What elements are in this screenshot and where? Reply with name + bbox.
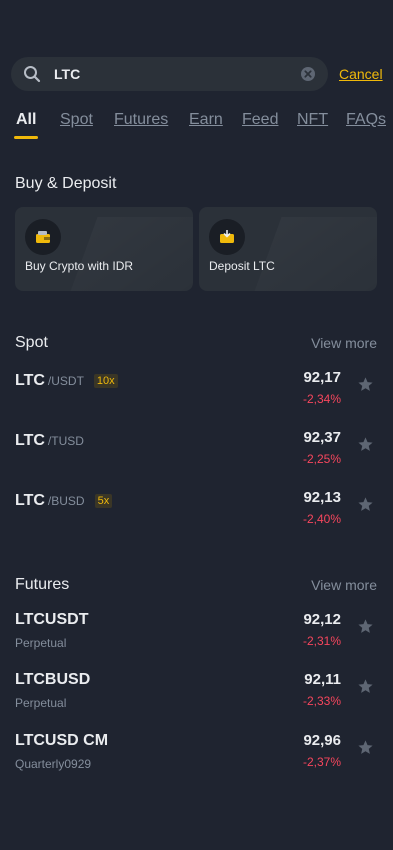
change-percent: -2,37% (302, 755, 341, 769)
price: 92,17 (303, 369, 341, 386)
pair-label: LTC/TUSD (15, 432, 84, 449)
category-tabs: All Spot Futures Earn Feed NFT FAQs (0, 111, 393, 141)
symbol-label: LTCBUSD (15, 671, 91, 688)
futures-row-ltcbusd[interactable]: LTCBUSD Perpetual 92,11 -2,33% (0, 666, 393, 718)
futures-row-ltcusd-cm[interactable]: LTCUSD CM Quarterly0929 92,96 -2,37% (0, 727, 393, 779)
price: 92,12 (303, 611, 341, 628)
contract-type: Perpetual (15, 636, 67, 650)
tab-feed[interactable]: Feed (242, 111, 278, 129)
contract-type: Quarterly0929 (15, 757, 92, 771)
futures-title: Futures (15, 576, 70, 593)
leverage-badge: 5x (94, 494, 113, 508)
star-icon[interactable] (357, 618, 374, 635)
symbol-label: LTCUSD CM (15, 732, 109, 749)
spot-row-ltc-tusd[interactable]: LTC/TUSD 92,37 -2,25% (0, 424, 393, 476)
tab-futures[interactable]: Futures (114, 111, 168, 129)
leverage-badge: 10x (93, 374, 118, 388)
price: 92,96 (303, 732, 341, 749)
spot-row-ltc-busd[interactable]: LTC/BUSD 5x 92,13 -2,40% (0, 484, 393, 536)
change-percent: -2,31% (302, 634, 341, 648)
change-percent: -2,25% (302, 452, 341, 466)
cancel-button[interactable]: Cancel (339, 66, 383, 82)
deposit-card[interactable]: Deposit LTC (199, 207, 377, 291)
symbol-label: LTCUSDT (15, 611, 89, 628)
change-percent: -2,40% (302, 512, 341, 526)
futures-row-ltcusdt[interactable]: LTCUSDT Perpetual 92,12 -2,31% (0, 606, 393, 658)
change-percent: -2,33% (302, 694, 341, 708)
futures-view-more[interactable]: View more (311, 577, 377, 593)
clear-icon[interactable] (300, 66, 316, 82)
change-percent: -2,34% (302, 392, 341, 406)
deposit-label: Deposit LTC (209, 259, 275, 273)
price: 92,13 (303, 489, 341, 506)
tab-all[interactable]: All (16, 111, 36, 129)
contract-type: Perpetual (15, 696, 67, 710)
tab-spot[interactable]: Spot (60, 111, 93, 129)
tab-nft[interactable]: NFT (297, 111, 328, 129)
buy-deposit-title: Buy & Deposit (15, 175, 117, 192)
star-icon[interactable] (357, 376, 374, 393)
tab-earn[interactable]: Earn (189, 111, 223, 129)
star-icon[interactable] (357, 496, 374, 513)
star-icon[interactable] (357, 436, 374, 453)
search-bar[interactable]: LTC (11, 57, 328, 91)
star-icon[interactable] (357, 739, 374, 756)
price: 92,37 (303, 429, 341, 446)
buy-crypto-card[interactable]: Buy Crypto with IDR (15, 207, 193, 291)
price: 92,11 (304, 671, 341, 688)
search-icon (23, 65, 41, 83)
star-icon[interactable] (357, 678, 374, 695)
pair-label: LTC/BUSD 5x (15, 492, 113, 510)
wallet-icon (25, 219, 61, 255)
deposit-icon (209, 219, 245, 255)
tab-faqs[interactable]: FAQs (346, 111, 386, 129)
search-input[interactable]: LTC (54, 66, 300, 82)
spot-row-ltc-usdt[interactable]: LTC/USDT 10x 92,17 -2,34% (0, 364, 393, 416)
pair-label: LTC/USDT 10x (15, 372, 118, 390)
buy-crypto-label: Buy Crypto with IDR (25, 259, 134, 273)
active-tab-indicator (14, 136, 38, 139)
spot-title: Spot (15, 334, 48, 351)
spot-view-more[interactable]: View more (311, 335, 377, 351)
